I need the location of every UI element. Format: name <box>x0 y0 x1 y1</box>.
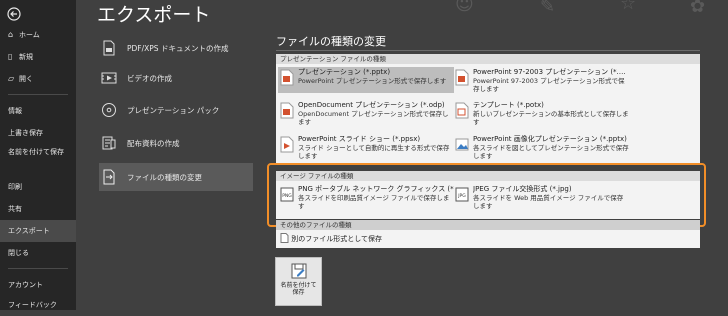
odp-icon <box>280 102 294 119</box>
option-handouts[interactable]: 配布資料の作成 <box>99 129 253 157</box>
home-icon: ⌂ <box>8 30 14 39</box>
nav-close-label: 閉じる <box>8 249 29 257</box>
nav-open-label: 開く <box>19 75 33 83</box>
option-pdf-xps[interactable]: PDF/XPS ドキュメントの作成 <box>99 34 253 62</box>
save-as-label: 名前を付けて保存 <box>280 282 317 296</box>
nav-share[interactable]: 共有 <box>0 198 76 220</box>
potx-icon <box>455 102 469 119</box>
file-type-title: 別のファイル形式として保存 <box>291 235 383 243</box>
nav-share-label: 共有 <box>8 205 22 213</box>
file-type-desc: スライド ショーとして自動的に再生する形式で保存します <box>298 144 450 160</box>
file-type-other-format[interactable]: 別のファイル形式として保存 <box>280 233 382 244</box>
nav-home[interactable]: ⌂ ホーム <box>0 24 76 46</box>
save-as-icon <box>291 263 306 279</box>
option-package-label: プレゼンテーション パック <box>127 105 220 115</box>
nav-print-label: 印刷 <box>8 183 22 191</box>
page-title: エクスポート <box>97 4 211 26</box>
cd-package-icon <box>102 103 116 117</box>
file-type-desc: 新しいプレゼンテーションの基本形式として保存します <box>473 110 629 126</box>
decoration-icon: ☺ <box>455 0 474 15</box>
other-format-icon <box>280 233 289 243</box>
ppsx-icon <box>280 136 294 153</box>
nav-info-label: 情報 <box>8 107 22 115</box>
pdf-document-icon <box>103 40 115 56</box>
presentation-types-panel: プレゼンテーション (*.pptx) PowerPoint プレゼンテーション形… <box>276 64 700 164</box>
nav-save-as-label: 名前を付けて保存 <box>8 148 64 156</box>
change-file-type-icon <box>103 169 115 185</box>
pptx-icon <box>280 69 294 86</box>
file-type-title: PowerPoint 画像化プレゼンテーション (*.pptx) <box>473 135 627 143</box>
nav-print[interactable]: 印刷 <box>0 176 76 198</box>
picture-pptx-icon <box>455 138 469 151</box>
file-type-desc: 各スライドを図としてプレゼンテーション形式で保存します <box>473 144 629 160</box>
ppt-icon <box>455 69 469 86</box>
nav-divider <box>8 94 68 95</box>
decoration-icon: ✿ <box>690 0 706 17</box>
open-folder-icon: ▱ <box>8 74 15 83</box>
file-type-ppt[interactable]: PowerPoint 97-2003 プレゼンテーション (*.… PowerP… <box>453 67 629 93</box>
file-type-title: プレゼンテーション (*.pptx) <box>298 68 391 76</box>
file-type-picture-pptx[interactable]: PowerPoint 画像化プレゼンテーション (*.pptx) 各スライドを図… <box>453 134 629 160</box>
nav-info[interactable]: 情報 <box>0 100 76 122</box>
other-types-header: その他のファイルの種類 <box>276 220 700 230</box>
nav-divider-bottom <box>8 268 68 269</box>
nav-new[interactable]: ▯ 新規 <box>0 46 76 68</box>
file-type-potx[interactable]: テンプレート (*.potx) 新しいプレゼンテーションの基本形式として保存しま… <box>453 100 629 126</box>
file-type-title: PowerPoint 97-2003 プレゼンテーション (*.… <box>473 68 626 76</box>
back-arrow-icon[interactable] <box>7 7 21 21</box>
file-type-desc: PowerPoint プレゼンテーション形式で保存します <box>298 77 447 85</box>
option-handouts-label: 配布資料の作成 <box>127 138 180 148</box>
option-change-file-type-label: ファイルの種類の変更 <box>127 172 202 182</box>
option-video-label: ビデオの作成 <box>127 73 172 83</box>
nav-save[interactable]: 上書き保存 <box>0 122 76 144</box>
decoration-icon: ✎ <box>540 0 556 17</box>
nav-new-label: 新規 <box>19 53 33 61</box>
option-package[interactable]: プレゼンテーション パック <box>99 96 253 124</box>
video-icon <box>101 72 117 84</box>
nav-export-label: エクスポート <box>8 227 50 235</box>
nav-feedback[interactable]: フィードバック <box>0 294 76 316</box>
decoration-icon: ☆ <box>620 0 637 14</box>
nav-open[interactable]: ▱ 開く <box>0 68 76 90</box>
file-type-title: PowerPoint スライド ショー (*.ppsx) <box>298 135 421 143</box>
option-change-file-type[interactable]: ファイルの種類の変更 <box>99 163 253 191</box>
new-file-icon: ▯ <box>8 52 13 61</box>
file-type-title: テンプレート (*.potx) <box>473 101 544 109</box>
nav-account-label: アカウント <box>8 281 43 289</box>
handout-icon <box>102 136 116 150</box>
file-type-desc: PowerPoint 97-2003 プレゼンテーション形式で保存します <box>473 77 625 93</box>
file-type-ppsx[interactable]: PowerPoint スライド ショー (*.ppsx) スライド ショーとして… <box>278 134 454 160</box>
file-types-title: ファイルの種類の変更 <box>276 35 386 48</box>
image-types-highlight <box>267 163 706 227</box>
file-type-pptx[interactable]: プレゼンテーション (*.pptx) PowerPoint プレゼンテーション形… <box>278 67 454 93</box>
nav-save-as[interactable]: 名前を付けて保存 <box>0 145 70 171</box>
nav-export[interactable]: エクスポート <box>0 220 76 242</box>
nav-home-label: ホーム <box>19 31 40 39</box>
presentation-types-header: プレゼンテーション ファイルの種類 <box>276 54 700 64</box>
nav-feedback-label: フィードバック <box>8 301 57 309</box>
backstage-nav: ⌂ ホーム ▯ 新規 ▱ 開く 情報 上書き保存 名前を付けて保存 印刷 共有 エクス… <box>0 0 76 310</box>
nav-account[interactable]: アカウント <box>0 274 76 296</box>
option-pdf-xps-label: PDF/XPS ドキュメントの作成 <box>127 43 229 53</box>
nav-close[interactable]: 閉じる <box>0 242 76 264</box>
save-as-button[interactable]: 名前を付けて保存 <box>275 257 322 306</box>
file-type-title: OpenDocument プレゼンテーション (*.odp) <box>298 101 445 109</box>
option-video[interactable]: ビデオの作成 <box>99 64 253 92</box>
divider <box>276 50 700 51</box>
file-type-desc: OpenDocument プレゼンテーション形式で保存します <box>298 110 449 126</box>
nav-save-label: 上書き保存 <box>8 129 43 137</box>
file-type-odp[interactable]: OpenDocument プレゼンテーション (*.odp) OpenDocum… <box>278 100 454 126</box>
